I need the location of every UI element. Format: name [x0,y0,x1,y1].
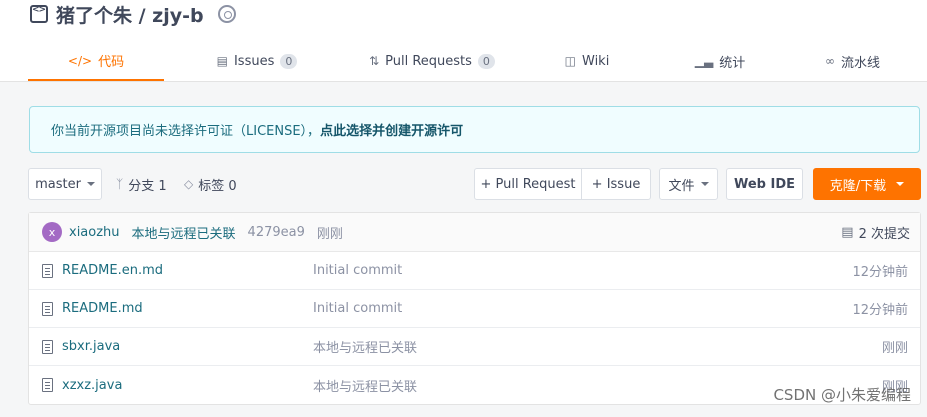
tab-label: 统计 [719,55,746,71]
chevron-down-icon [700,182,709,186]
commit-sha[interactable]: 4279ea9 [248,225,305,240]
file-name[interactable]: xzxz.java [62,378,122,393]
pipeline-icon: ∞ [824,54,835,68]
repo-toolbar: master ᛉ 分支 1 ◇ 标签 0 + Pull Request + Is… [28,168,921,200]
stats-icon: ▁▃ [694,54,714,68]
repo-icon [30,5,48,23]
file-menu-button[interactable]: 文件 [659,168,718,200]
file-commit-message[interactable]: 本地与远程已关联 [313,376,417,395]
branches-label: 分支 1 [128,178,167,194]
repo-tabs: </> 代码 ▤ Issues 0 ⇅ Pull Requests 0 ◫ Wi… [28,42,927,81]
tab-wiki[interactable]: ◫ Wiki [514,42,660,80]
chevron-down-icon [896,182,905,186]
commit-count-link[interactable]: ▤ 2 次提交 [841,213,910,252]
web-ide-label: Web IDE [733,176,796,192]
tag-icon: ◇ [184,177,194,191]
file-icon [42,378,53,392]
repo-title-bar: 猪了个朱 / zjy-b [30,1,236,28]
file-list: x xiaozhu 本地与远程已关联 4279ea9 刚刚 ▤ 2 次提交 RE… [28,212,921,405]
issues-icon: ▤ [216,54,228,68]
clone-download-label: 克隆/下载 [829,178,887,194]
pull-requests-count-badge: 0 [477,53,495,69]
tab-label: Issues [233,53,275,69]
watermark: CSDN @小朱爱编程 [773,386,911,404]
repo-title[interactable]: 猪了个朱 / zjy-b [56,1,204,28]
file-row: README.en.md Initial commit 12分钟前 [29,252,920,290]
tab-pipeline[interactable]: ∞ 流水线 [780,42,925,80]
file-icon [42,340,53,354]
commit-message[interactable]: 本地与远程已关联 [132,223,236,242]
new-pull-request-label: + Pull Request [480,176,576,192]
issues-count-badge: 0 [280,53,298,69]
tab-code[interactable]: </> 代码 [28,42,164,81]
chevron-down-icon [86,182,95,186]
tags-link[interactable]: ◇ 标签 0 [184,168,237,200]
recommend-badge-icon[interactable] [217,5,236,23]
file-row: sbxr.java 本地与远程已关联 刚刚 [29,328,920,366]
commit-time: 刚刚 [316,226,343,242]
file-commit-message[interactable]: Initial commit [313,301,402,316]
branches-link[interactable]: ᛉ 分支 1 [116,168,167,200]
file-commit-time: 刚刚 [881,341,908,356]
license-notice-text: 你当前开源项目尚未选择许可证（LICENSE）， [51,124,321,139]
tab-label: 流水线 [840,55,880,71]
code-icon: </> [67,53,93,68]
avatar[interactable]: x [42,222,62,242]
commit-author[interactable]: xiaozhu [69,225,120,240]
repo-header: 猪了个朱 / zjy-b </> 代码 ▤ Issues 0 ⇅ Pull Re… [0,0,927,82]
pull-request-icon: ⇅ [369,54,380,68]
wiki-icon: ◫ [564,54,576,68]
branch-select[interactable]: master [28,168,102,200]
clone-download-button[interactable]: 克隆/下载 [813,168,921,200]
file-menu-label: 文件 [668,178,695,194]
file-name[interactable]: README.en.md [62,263,163,278]
web-ide-button[interactable]: Web IDE [726,168,803,200]
file-icon [42,264,53,278]
tab-stats[interactable]: ▁▃ 统计 [660,42,780,80]
tab-label: Pull Requests [385,53,472,69]
commits-icon: ▤ [841,225,854,240]
file-icon [42,302,53,316]
branch-icon: ᛉ [116,177,124,191]
commit-count-label: 2 次提交 [858,227,910,242]
create-license-link[interactable]: 点此选择并创建开源许可 [320,120,463,139]
tab-issues[interactable]: ▤ Issues 0 [164,42,350,80]
new-issue-button[interactable]: + Issue [581,168,651,200]
file-name[interactable]: README.md [62,301,143,316]
file-commit-time: 12分钟前 [852,265,908,280]
latest-commit: x xiaozhu 本地与远程已关联 4279ea9 刚刚 ▤ 2 次提交 [29,213,920,252]
file-name[interactable]: sbxr.java [62,339,120,354]
new-issue-label: + Issue [591,176,641,192]
tags-label: 标签 0 [198,178,237,194]
file-row: README.md Initial commit 12分钟前 [29,290,920,328]
file-commit-message[interactable]: Initial commit [313,263,402,278]
new-pull-request-button[interactable]: + Pull Request [474,168,582,200]
file-commit-message[interactable]: 本地与远程已关联 [313,337,417,356]
file-commit-time: 12分钟前 [852,303,908,318]
tab-pull-requests[interactable]: ⇅ Pull Requests 0 [350,42,514,80]
license-notice: 你当前开源项目尚未选择许可证（LICENSE）， 点此选择并创建开源许可 [29,106,920,153]
tab-label: 代码 [98,55,125,70]
branch-select-label: master [35,176,81,192]
tab-label: Wiki [582,53,610,69]
